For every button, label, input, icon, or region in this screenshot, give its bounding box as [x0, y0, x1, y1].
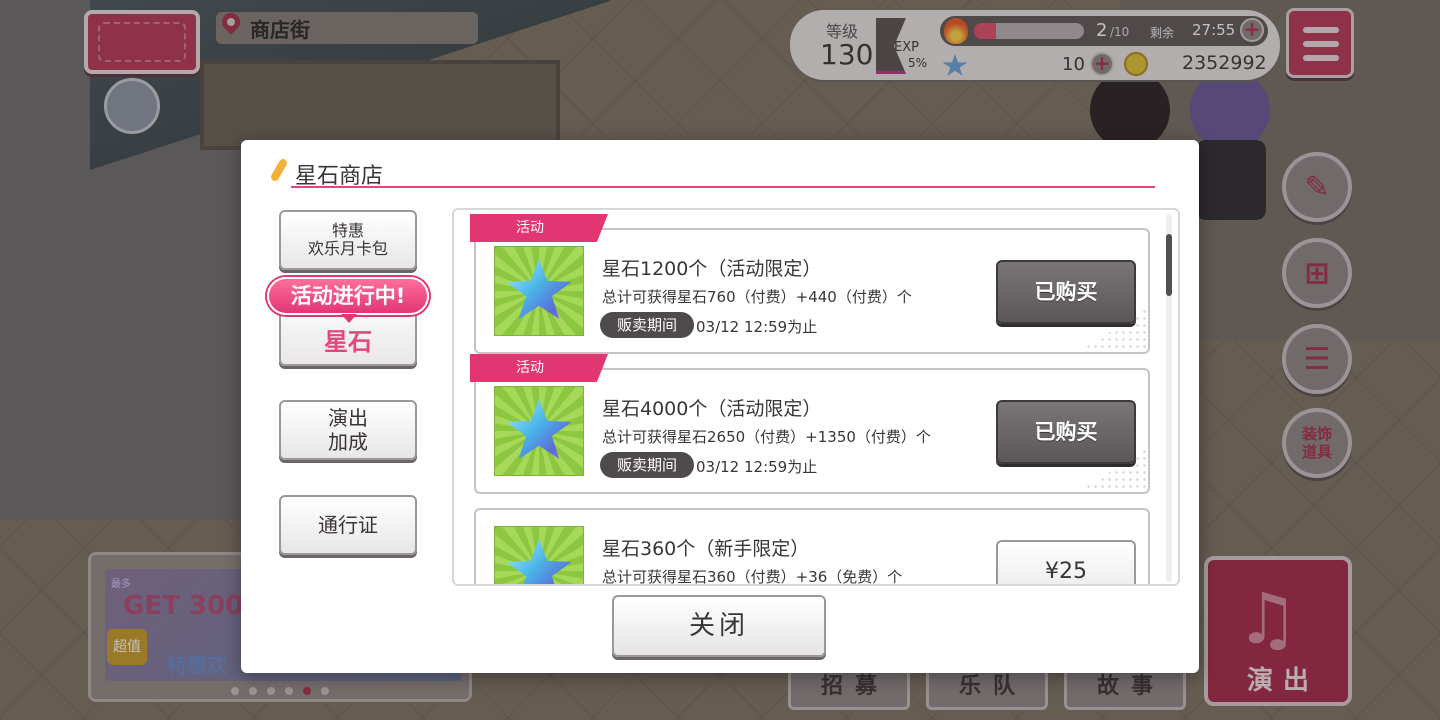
event-tag: 活动 [470, 214, 608, 242]
star-stone-shop-dialog: 星石商店 特惠 欢乐月卡包 星石 活动进行中! 演出 加成 通行证 活动 星石1… [241, 140, 1199, 673]
product-name: 星石4000个（活动限定） [602, 398, 822, 420]
product-item: 星石360个（新手限定） 总计可获得星石360（付费）+36（免费）个 ¥25 [474, 508, 1150, 586]
purchased-button[interactable]: 已购买 [996, 260, 1136, 324]
event-in-progress-badge: 活动进行中! [267, 277, 429, 323]
sale-period-label: 贩卖期间 [600, 312, 694, 338]
star-gem-icon [506, 399, 572, 460]
product-thumbnail [494, 526, 584, 584]
star-gem-icon [506, 259, 572, 320]
scrollbar-thumb[interactable] [1166, 234, 1172, 296]
pen-icon [267, 158, 289, 188]
product-description: 总计可获得星石2650（付费）+1350（付费）个 [602, 428, 931, 446]
product-name: 星石1200个（活动限定） [602, 258, 822, 280]
tab-label: 星石 [324, 327, 372, 356]
product-item: 星石1200个（活动限定） 总计可获得星石760（付费）+440（付费）个 贩卖… [474, 228, 1150, 354]
tab-label: 特惠 欢乐月卡包 [307, 221, 388, 258]
product-description: 总计可获得星石760（付费）+440（付费）个 [602, 288, 912, 306]
product-name: 星石360个（新手限定） [602, 538, 810, 560]
star-gem-icon [506, 539, 572, 584]
purchased-button[interactable]: 已购买 [996, 400, 1136, 464]
buy-button[interactable]: ¥25 [996, 540, 1136, 584]
event-tag: 活动 [470, 354, 608, 382]
title-underline [291, 186, 1155, 188]
product-thumbnail [494, 246, 584, 336]
product-thumbnail [494, 386, 584, 476]
sale-period-date: 03/12 12:59为止 [696, 318, 818, 336]
tab-label: 演出 加成 [328, 406, 368, 454]
product-description: 总计可获得星石360（付费）+36（免费）个 [602, 568, 903, 586]
sale-period-label: 贩卖期间 [600, 452, 694, 478]
tab-live-boost[interactable]: 演出 加成 [279, 400, 417, 460]
sale-period-date: 03/12 12:59为止 [696, 458, 818, 476]
product-list[interactable]: 活动 星石1200个（活动限定） 总计可获得星石760（付费）+440（付费）个… [452, 208, 1180, 586]
product-item: 星石4000个（活动限定） 总计可获得星石2650（付费）+1350（付费）个 … [474, 368, 1150, 494]
close-button[interactable]: 关闭 [612, 595, 826, 657]
tab-pass[interactable]: 通行证 [279, 495, 417, 555]
tab-label: 通行证 [318, 513, 378, 537]
tab-monthly-pack[interactable]: 特惠 欢乐月卡包 [279, 210, 417, 270]
